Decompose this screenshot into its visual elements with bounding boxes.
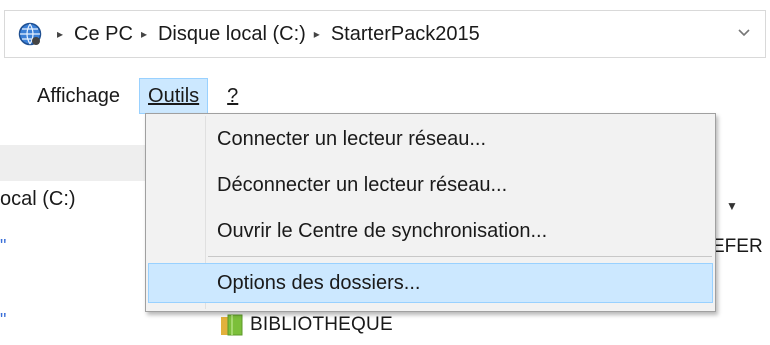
list-item[interactable]: BIBLIOTHEQUE <box>220 314 393 336</box>
menu-help[interactable]: ? <box>218 78 247 114</box>
menu-item-label: Connecter un lecteur réseau... <box>217 127 487 150</box>
chevron-down-icon[interactable] <box>737 25 751 39</box>
menu-item-label: Ouvrir le Centre de synchronisation... <box>217 219 548 242</box>
nav-item-local-disk[interactable]: ocal (C:) <box>0 188 140 211</box>
folder-name: BIBLIOTHEQUE <box>250 314 393 335</box>
menu-bar: Affichage Outils ? <box>0 78 247 114</box>
menu-outils[interactable]: Outils <box>139 78 209 114</box>
breadcrumb-this-pc[interactable]: Ce PC <box>74 23 133 46</box>
network-globe-icon <box>18 22 42 46</box>
menu-affichage-label: Affichage <box>37 84 121 107</box>
chevron-down-icon[interactable]: ▼ <box>726 199 738 213</box>
column-cell: EFER <box>712 236 763 257</box>
menu-item-disconnect-network-drive[interactable]: Déconnecter un lecteur réseau... <box>148 165 713 205</box>
nav-item-marker: " <box>0 310 7 330</box>
menu-outils-label: Outils <box>148 84 200 107</box>
menu-item-folder-options[interactable]: Options des dossiers... <box>148 263 713 303</box>
nav-item-marker: " <box>0 236 7 256</box>
menu-item-connect-network-drive[interactable]: Connecter un lecteur réseau... <box>148 119 713 159</box>
breadcrumb-local-disk[interactable]: Disque local (C:) <box>158 23 306 46</box>
menu-help-label: ? <box>227 84 239 107</box>
menu-item-label: Options des dossiers... <box>217 271 421 294</box>
address-bar[interactable]: ▸ Ce PC ▸ Disque local (C:) ▸ StarterPac… <box>4 10 766 58</box>
menu-item-open-sync-center[interactable]: Ouvrir le Centre de synchronisation... <box>148 211 713 251</box>
breadcrumb-separator: ▸ <box>57 27 64 41</box>
breadcrumb-separator: ▸ <box>140 27 147 41</box>
tools-menu-dropdown: Connecter un lecteur réseau... Déconnect… <box>145 113 716 312</box>
breadcrumb-separator: ▸ <box>313 27 320 41</box>
menu-separator <box>208 256 712 257</box>
menu-affichage[interactable]: Affichage <box>28 78 129 114</box>
breadcrumb-starterpack[interactable]: StarterPack2015 <box>331 23 480 46</box>
folder-icon <box>221 314 243 336</box>
menu-item-label: Déconnecter un lecteur réseau... <box>217 173 508 196</box>
